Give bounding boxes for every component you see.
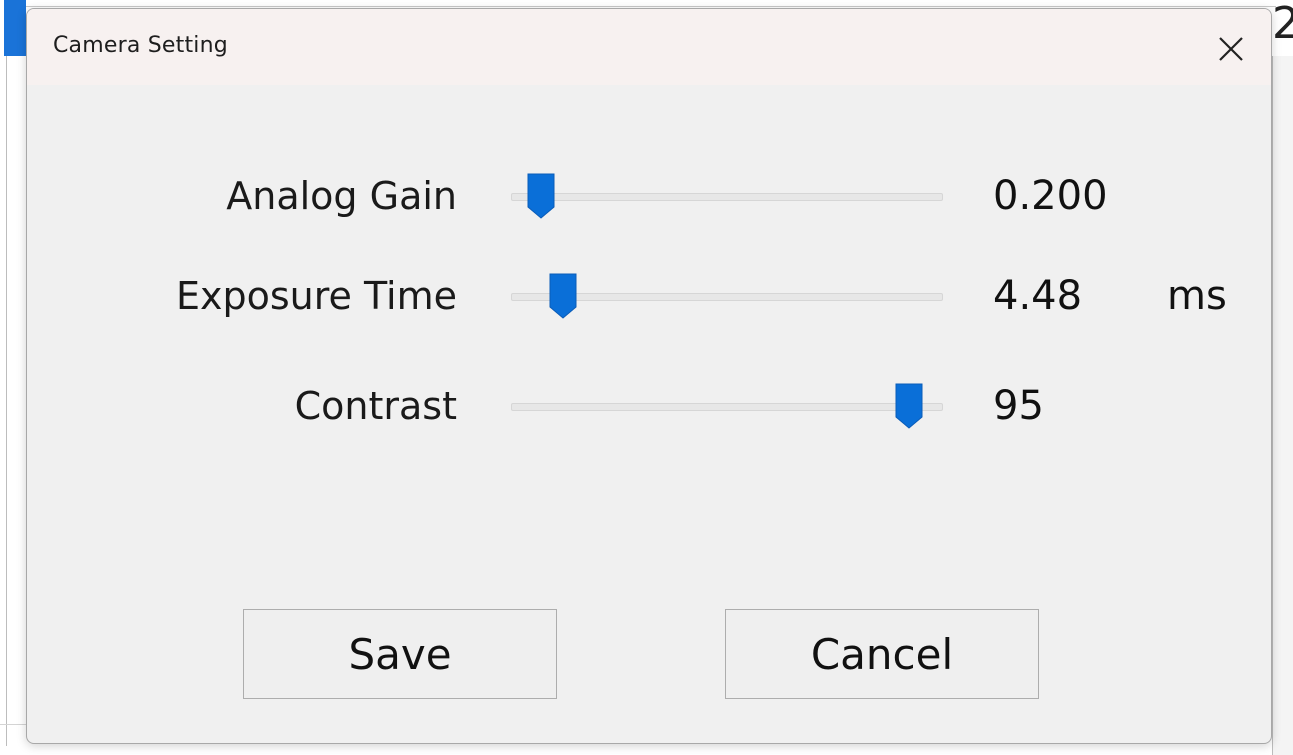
close-icon [1219,37,1243,61]
save-button[interactable]: Save [243,609,557,699]
analog-gain-value: 0.200 [993,173,1108,219]
contrast-slider[interactable] [511,383,943,429]
screen: 2 Camera Setting Analog Gain 0.200 Expos… [0,0,1293,755]
slider-thumb[interactable] [895,383,923,429]
background-window-fragment [4,0,26,56]
exposure-time-slider[interactable] [511,273,943,319]
exposure-time-value: 4.48 [993,273,1083,319]
background-border [6,56,7,746]
contrast-value: 95 [993,383,1044,429]
close-button[interactable] [1203,23,1259,75]
exposure-time-label: Exposure Time [176,274,457,318]
analog-gain-slider[interactable] [511,173,943,219]
slider-track [511,403,943,411]
dialog-titlebar[interactable]: Camera Setting [27,9,1271,85]
slider-track [511,193,943,201]
dialog-title: Camera Setting [53,33,228,58]
contrast-label: Contrast [294,384,457,428]
slider-thumb[interactable] [549,273,577,319]
background-window-fragment [1272,56,1293,755]
camera-setting-dialog: Camera Setting Analog Gain 0.200 Exposur… [26,8,1272,744]
cancel-button[interactable]: Cancel [725,609,1039,699]
background-partial-text: 2 [1272,0,1293,49]
slider-thumb[interactable] [527,173,555,219]
analog-gain-label: Analog Gain [226,174,457,218]
exposure-time-unit: ms [1167,273,1227,319]
background-border [26,6,1276,7]
